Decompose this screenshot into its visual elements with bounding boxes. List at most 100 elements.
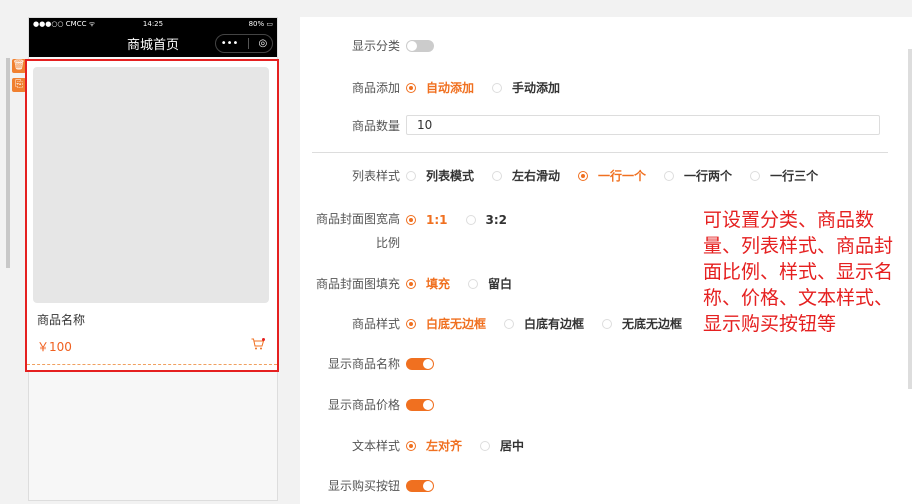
product-image-placeholder [33,67,269,303]
radio-ratio-3-2[interactable]: 3:2 [465,213,508,227]
status-time: 14:25 [142,20,164,28]
radio-dot [468,278,479,289]
radio-ratio-3-2-label: 3:2 [485,213,508,227]
radio-dot [406,82,416,93]
status-carrier: ●●●○○ CMCC ᯤ [33,19,96,28]
radio-align-center[interactable]: 居中 [480,437,524,454]
radio-no-bg-no-border-label: 无底无边框 [622,317,683,331]
row-show-price: 显示商品价格 [300,396,434,413]
radio-dot [492,170,503,181]
radio-dot [480,440,491,451]
row-product-count: 商品数量 10 [300,115,880,135]
product-price: ￥100 [37,340,72,354]
radio-auto-add-label: 自动添加 [426,81,475,95]
product-count-input[interactable]: 10 [406,115,880,135]
radio-manual-add[interactable]: 手动添加 [492,79,560,96]
radio-dot [406,170,416,181]
close-icon[interactable]: ◎ [258,38,267,49]
row-show-category: 显示分类 [300,37,434,54]
radio-blank[interactable]: 留白 [468,275,512,292]
page-title: 商城首页 [126,38,179,53]
cover-ratio-label: 商品封面图宽高 比例 [300,207,406,255]
cart-icon[interactable] [251,338,265,350]
delete-icon[interactable]: 🗑 [12,59,26,73]
left-scrollbar[interactable] [6,58,10,268]
radio-white-border[interactable]: 白底有边框 [504,315,584,332]
row-list-style: 列表样式 列表模式 左右滑动 一行一个 一行两个 一行三个 [300,167,836,184]
radio-three-per-row-label: 一行三个 [770,169,819,183]
phone-preview: ●●●○○ CMCC ᯤ 14:25 80% ▭ 商城首页 ••• ◎ 商品名称… [25,17,279,501]
row-cover-ratio: 商品封面图宽高 比例 1:1 3:2 [300,207,525,255]
row-text-style: 文本样式 左对齐 居中 [300,437,542,454]
show-price-toggle[interactable] [406,398,434,411]
show-buy-toggle[interactable] [406,479,434,492]
cover-ratio-label-line2: 比例 [375,236,400,250]
radio-list-mode[interactable]: 列表模式 [406,167,474,184]
radio-fill-label: 填充 [426,277,451,291]
show-name-label: 显示商品名称 [327,357,400,371]
show-category-label: 显示分类 [351,39,400,53]
radio-dot [602,318,613,329]
radio-align-left-label: 左对齐 [426,439,463,453]
radio-two-per-row-label: 一行两个 [684,169,733,183]
text-style-label: 文本样式 [351,439,400,453]
radio-dot [406,215,416,225]
radio-dot [406,278,416,289]
cover-ratio-label-line1: 商品封面图宽高 [315,212,400,226]
row-cover-fill: 商品封面图填充 填充 留白 [300,275,530,292]
radio-blank-label: 留白 [488,277,513,291]
radio-dot [406,318,416,329]
radio-white-border-label: 白底有边框 [524,317,585,331]
product-style-label: 商品样式 [351,317,400,331]
copy-icon[interactable]: ⎘ [12,78,26,92]
product-count-label: 商品数量 [351,118,400,133]
radio-dot [578,170,589,181]
product-name: 商品名称 [37,313,86,327]
nav-bar: 商城首页 ••• ◎ [29,30,277,57]
radio-dot [465,215,476,225]
product-add-label: 商品添加 [351,81,400,95]
status-battery: 80% ▭ [248,20,273,28]
row-product-style: 商品样式 白底无边框 白底有边框 无底无边框 [300,315,700,332]
radio-three-per-row[interactable]: 一行三个 [750,167,818,184]
status-bar: ●●●○○ CMCC ᯤ 14:25 80% ▭ [29,18,277,30]
radio-manual-add-label: 手动添加 [512,81,561,95]
list-style-label: 列表样式 [351,169,400,183]
radio-fill[interactable]: 填充 [406,275,450,292]
radio-dot [492,82,503,93]
radio-no-bg-no-border[interactable]: 无底无边框 [602,315,682,332]
radio-list-mode-label: 列表模式 [426,169,475,183]
radio-one-per-row[interactable]: 一行一个 [578,167,646,184]
row-product-add: 商品添加 自动添加 手动添加 [300,79,578,96]
radio-align-left[interactable]: 左对齐 [406,437,462,454]
radio-slide-label: 左右滑动 [512,169,561,183]
show-name-toggle[interactable] [406,357,434,370]
row-show-name: 显示商品名称 [300,355,434,372]
radio-slide[interactable]: 左右滑动 [492,167,560,184]
show-buy-label: 显示购买按钮 [327,479,400,493]
section-divider [312,152,888,153]
cover-fill-label: 商品封面图填充 [315,277,400,291]
radio-one-per-row-label: 一行一个 [598,169,647,183]
show-category-toggle[interactable] [406,39,434,52]
radio-white-no-border[interactable]: 白底无边框 [406,315,486,332]
radio-auto-add[interactable]: 自动添加 [406,79,474,96]
radio-two-per-row[interactable]: 一行两个 [664,167,732,184]
radio-align-center-label: 居中 [500,439,525,453]
annotation-text: 可设置分类、商品数量、列表样式、商品封面比例、样式、显示名称、价格、文本样式、显… [703,209,894,335]
capsule-divider [247,38,249,49]
radio-dot [664,170,675,181]
radio-dot [406,440,416,451]
panel-scrollbar[interactable] [908,49,912,389]
radio-white-no-border-label: 白底无边框 [426,317,487,331]
show-price-label: 显示商品价格 [327,398,400,412]
radio-ratio-1-1-label: 1:1 [426,213,448,227]
mini-program-capsule[interactable]: ••• ◎ [215,34,273,53]
card-bottom-divider [27,364,277,365]
more-icon[interactable]: ••• [221,38,239,49]
radio-dot [504,318,515,329]
product-card-selected[interactable]: 商品名称 ￥100 [25,59,279,372]
row-show-buy: 显示购买按钮 [300,477,434,494]
radio-dot [750,170,761,181]
radio-ratio-1-1[interactable]: 1:1 [406,213,448,227]
